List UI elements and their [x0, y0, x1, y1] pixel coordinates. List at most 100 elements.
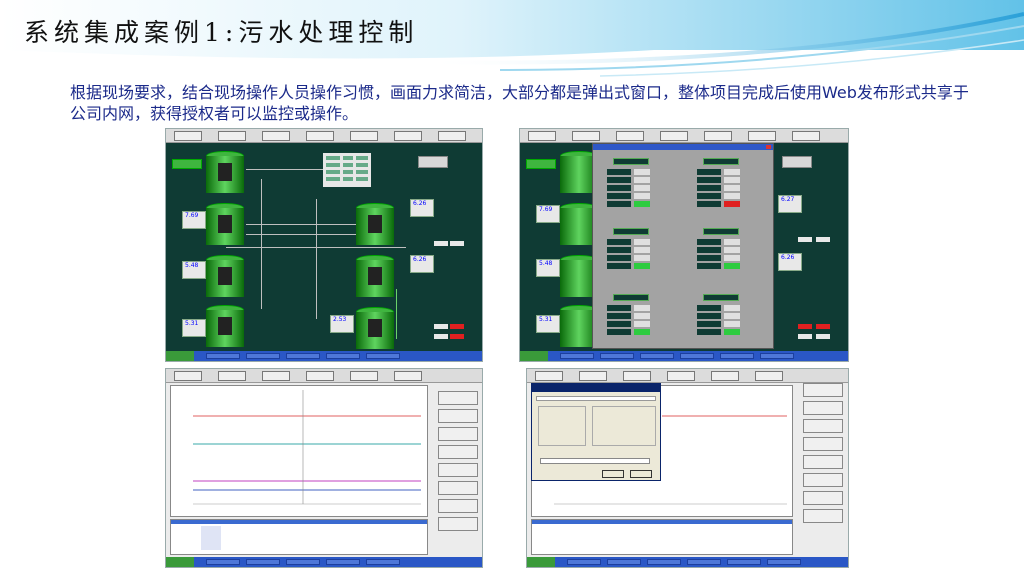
toolbar-button[interactable] [704, 131, 732, 141]
taskbar-item[interactable] [760, 353, 794, 359]
toolbar-button[interactable] [660, 131, 688, 141]
side-button[interactable] [803, 383, 843, 397]
tank[interactable] [206, 151, 244, 193]
taskbar-item[interactable] [246, 559, 280, 565]
toolbar-button[interactable] [616, 131, 644, 141]
taskbar-item[interactable] [600, 353, 634, 359]
trend-lines [193, 390, 421, 505]
status-indicator [798, 334, 812, 339]
toolbar-button[interactable] [174, 371, 202, 381]
dialog-titlebar [532, 384, 660, 392]
status-indicator[interactable] [526, 159, 556, 169]
taskbar-item[interactable] [206, 353, 240, 359]
tank[interactable] [206, 203, 244, 245]
toolbar-button[interactable] [535, 371, 563, 381]
ok-button[interactable] [602, 470, 624, 478]
taskbar-item[interactable] [647, 559, 681, 565]
toolbar-button[interactable] [218, 371, 246, 381]
toolbar-button[interactable] [262, 371, 290, 381]
toolbar-button[interactable] [667, 371, 695, 381]
side-button[interactable] [438, 499, 478, 513]
reading-value: 6.26​ [410, 199, 434, 217]
settings-button[interactable] [418, 156, 448, 168]
toolbar-button[interactable] [792, 131, 820, 141]
toolbar-button[interactable] [572, 131, 600, 141]
taskbar-item[interactable] [286, 559, 320, 565]
toolbar-button[interactable] [528, 131, 556, 141]
slide-description: 根据现场要求，结合现场操作人员操作习惯，画面力求简洁，大部分都是弹出式窗口，整体… [70, 83, 969, 123]
toolbar-button[interactable] [394, 371, 422, 381]
settings-button[interactable] [782, 156, 812, 168]
toolbar-button[interactable] [579, 371, 607, 381]
toolbar-button[interactable] [755, 371, 783, 381]
taskbar-item[interactable] [687, 559, 721, 565]
side-button[interactable] [803, 419, 843, 433]
side-button[interactable] [438, 517, 478, 531]
side-button[interactable] [438, 391, 478, 405]
start-button[interactable] [166, 351, 194, 361]
popup-section [603, 158, 661, 222]
options-group [538, 406, 586, 446]
toolbar-button[interactable] [174, 131, 202, 141]
toolbar-button[interactable] [748, 131, 776, 141]
tank[interactable] [356, 203, 394, 245]
toolbar-button[interactable] [262, 131, 290, 141]
side-button[interactable] [803, 437, 843, 451]
taskbar-item[interactable] [680, 353, 714, 359]
side-button[interactable] [803, 509, 843, 523]
cancel-button[interactable] [630, 470, 652, 478]
taskbar-item[interactable] [326, 559, 360, 565]
taskbar-item[interactable] [727, 559, 761, 565]
taskbar-item[interactable] [720, 353, 754, 359]
toolbar-button[interactable] [623, 371, 651, 381]
taskbar-item[interactable] [560, 353, 594, 359]
toolbar-button[interactable] [306, 371, 334, 381]
start-button[interactable] [527, 557, 555, 567]
side-button[interactable] [803, 455, 843, 469]
status-indicator[interactable] [172, 159, 202, 169]
taskbar-item[interactable] [640, 353, 674, 359]
side-button[interactable] [803, 401, 843, 415]
toolbar-button[interactable] [218, 131, 246, 141]
taskbar-item[interactable] [246, 353, 280, 359]
toolbar [166, 369, 482, 383]
side-button[interactable] [803, 473, 843, 487]
taskbar-item[interactable] [767, 559, 801, 565]
taskbar-item[interactable] [286, 353, 320, 359]
taskbar-item[interactable] [567, 559, 601, 565]
screenshot-trend-settings [526, 368, 849, 568]
dropdown[interactable] [540, 458, 650, 464]
tank[interactable] [356, 255, 394, 297]
side-button[interactable] [438, 427, 478, 441]
tank[interactable] [356, 307, 394, 349]
tank[interactable] [206, 305, 244, 347]
side-button[interactable] [438, 463, 478, 477]
popup-section [693, 158, 751, 222]
toolbar-button[interactable] [350, 371, 378, 381]
taskbar-item[interactable] [326, 353, 360, 359]
taskbar-item[interactable] [366, 353, 400, 359]
toolbar-button[interactable] [306, 131, 334, 141]
trend-chart[interactable] [170, 385, 428, 517]
toolbar-button[interactable] [711, 371, 739, 381]
status-indicator [450, 241, 464, 246]
reading-value: 5.48​ [536, 259, 560, 277]
side-button[interactable] [438, 445, 478, 459]
side-button[interactable] [438, 409, 478, 423]
status-indicator [816, 237, 830, 242]
toolbar-button[interactable] [350, 131, 378, 141]
taskbar-item[interactable] [366, 559, 400, 565]
dialog-tabs[interactable] [536, 396, 656, 401]
start-button[interactable] [166, 557, 194, 567]
taskbar-item[interactable] [607, 559, 641, 565]
toolbar-button[interactable] [394, 131, 422, 141]
side-button[interactable] [438, 481, 478, 495]
reading-value: 6.27​ [778, 195, 802, 213]
start-button[interactable] [520, 351, 548, 361]
tank[interactable] [206, 255, 244, 297]
side-button[interactable] [803, 491, 843, 505]
taskbar-item[interactable] [206, 559, 240, 565]
status-indicator [434, 334, 448, 339]
toolbar-button[interactable] [438, 131, 466, 141]
close-icon[interactable] [766, 145, 771, 149]
